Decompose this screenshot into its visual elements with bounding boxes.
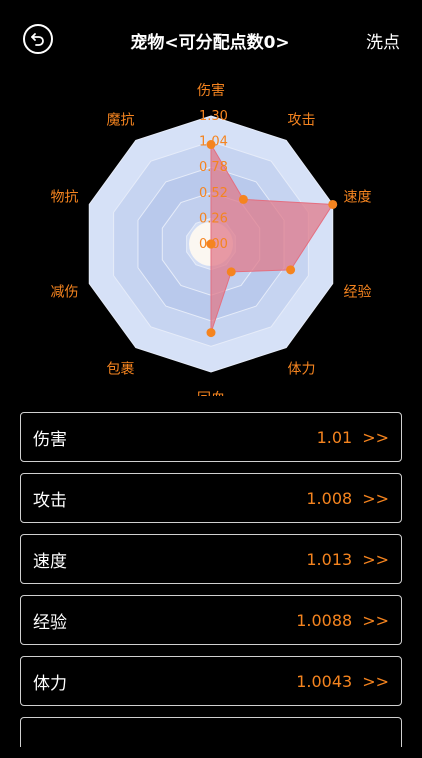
stat-value: 1.0088 — [296, 610, 353, 630]
stat-arrow: >> — [362, 549, 389, 569]
radar-axis-label: 速度 — [343, 189, 371, 205]
radar-axis-label: 回血 — [197, 391, 225, 396]
page-title: 宠物<可分配点数0> — [130, 33, 290, 53]
radar-data-point — [328, 199, 338, 209]
stat-arrow: >> — [362, 610, 389, 630]
radar-axis-label: 伤害 — [197, 83, 225, 99]
stat-list: 伤害 1.01 >> 攻击 1.008 >> 速度 1.013 >> 经验 1.… — [20, 412, 402, 758]
radar-tick-label: 1.30 — [199, 109, 228, 124]
radar-data-point — [226, 267, 236, 277]
stat-row-exp[interactable]: 经验 1.0088 >> — [20, 595, 402, 645]
stat-row-attack[interactable]: 攻击 1.008 >> — [20, 473, 402, 523]
back-arrow-icon — [31, 33, 44, 46]
nav-bar: 宠物<可分配点数0> 洗点 — [0, 0, 422, 78]
reset-points-button[interactable]: 洗点 — [366, 28, 400, 53]
radar-svg: 0.000.260.520.781.041.30伤害攻击速度经验体力回血包裹减伤… — [51, 83, 372, 396]
stat-name: 体力 — [33, 673, 67, 694]
radar-data-point — [206, 140, 216, 150]
stat-row-speed[interactable]: 速度 1.013 >> — [20, 534, 402, 584]
stat-name: 经验 — [33, 612, 67, 633]
radar-axis-label: 体力 — [288, 362, 316, 378]
stat-name: 攻击 — [33, 490, 67, 511]
stat-value: 1.0043 — [296, 671, 353, 691]
stat-value: 1.008 — [306, 488, 353, 508]
radar-axis-label: 减伤 — [51, 285, 79, 301]
radar-chart: 0.000.260.520.781.041.30伤害攻击速度经验体力回血包裹减伤… — [0, 78, 422, 396]
radar-data-point — [286, 265, 296, 275]
radar-axis-label: 经验 — [343, 285, 371, 301]
stat-value: 1.013 — [306, 549, 353, 569]
stat-name: 速度 — [33, 551, 67, 572]
stat-value: 1.01 — [316, 427, 353, 447]
radar-data-point — [206, 328, 216, 338]
radar-tick-label: 0.52 — [199, 186, 228, 201]
stat-row-stamina[interactable]: 体力 1.0043 >> — [20, 656, 402, 706]
stat-row-next[interactable] — [20, 717, 402, 747]
stat-name: 伤害 — [33, 429, 67, 450]
stat-arrow: >> — [362, 488, 389, 508]
radar-data-point — [238, 194, 248, 204]
stat-arrow: >> — [362, 427, 389, 447]
radar-tick-label: 0.78 — [199, 160, 228, 175]
radar-axis-label: 魔抗 — [106, 112, 134, 128]
stat-row-damage[interactable]: 伤害 1.01 >> — [20, 412, 402, 462]
radar-tick-label: 0.26 — [199, 211, 228, 226]
radar-axis-label: 包裹 — [106, 362, 134, 378]
back-button[interactable] — [23, 24, 53, 54]
radar-axis-label: 物抗 — [51, 189, 79, 205]
radar-axis-label: 攻击 — [288, 112, 316, 128]
stat-arrow: >> — [362, 671, 389, 691]
radar-data-point — [206, 239, 216, 249]
